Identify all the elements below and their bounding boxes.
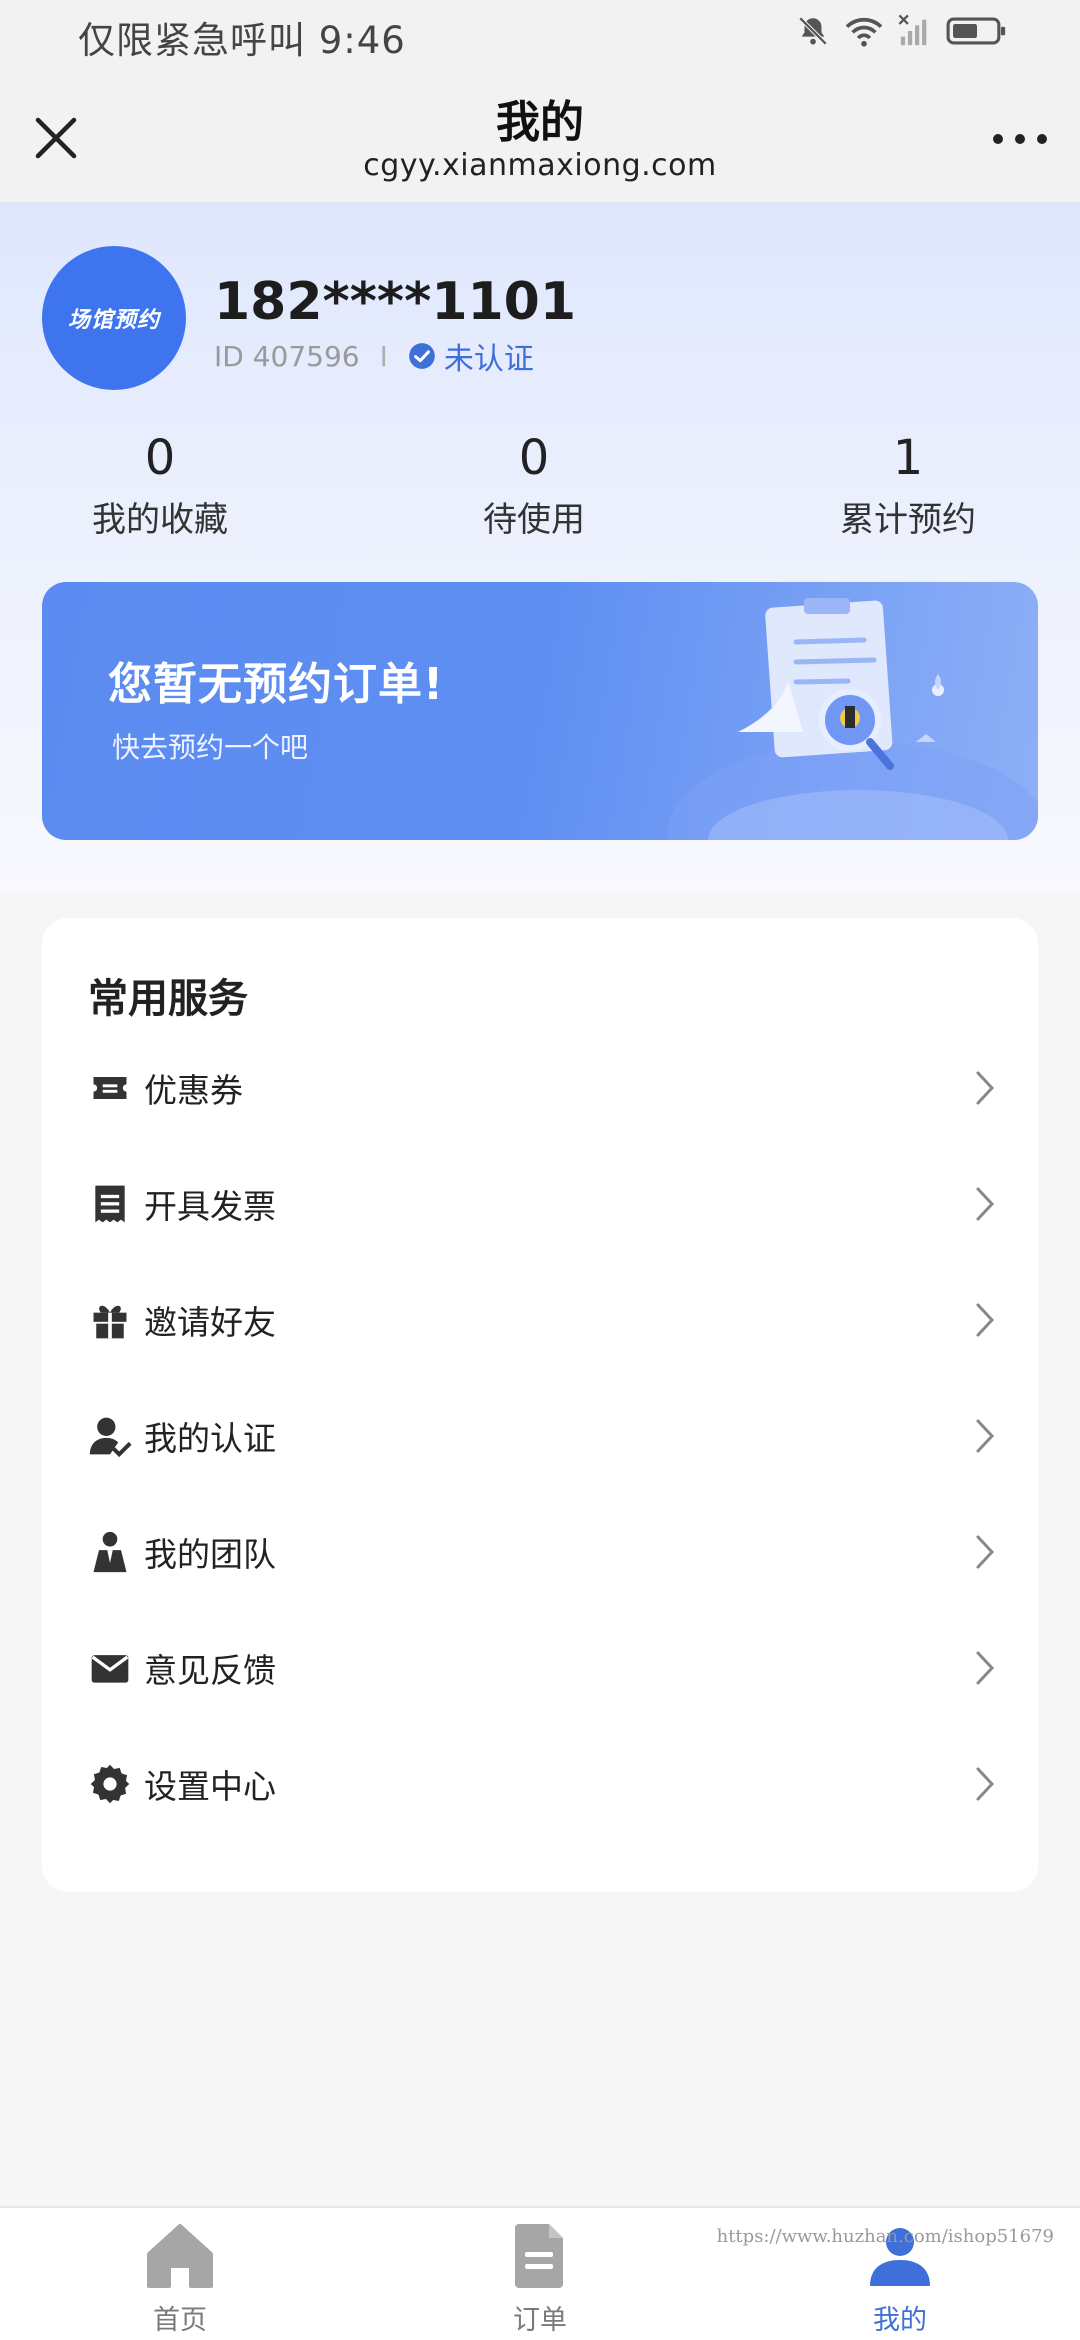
bell-off-icon [798, 16, 828, 46]
team-icon [93, 1531, 127, 1573]
status-text: 仅限紧急呼叫 9:46 [78, 19, 406, 62]
mail-icon [91, 1655, 129, 1683]
chevron-right-icon [976, 1535, 995, 1569]
profile-area: 场馆预约 182****1101 ID 407596 I 未认证 0 我的收藏 … [0, 202, 1080, 892]
service-item-coupon[interactable]: 优惠券 [42, 1030, 1038, 1146]
status-icons [796, 14, 1008, 48]
ticket-icon [93, 1077, 127, 1099]
stat-pending[interactable]: 0 待使用 [404, 428, 664, 541]
wifi-icon [845, 17, 883, 47]
user-check-icon [89, 1417, 132, 1458]
nav-item-home[interactable]: 首页 [80, 2222, 280, 2337]
signal-icon [898, 14, 927, 46]
service-label: 开具发票 [144, 1187, 276, 1226]
stat-total-bookings[interactable]: 1 累计预约 [778, 428, 1038, 541]
nav-label: 订单 [513, 2305, 567, 2336]
banner-title: 您暂无预约订单! [108, 659, 445, 710]
page-title: 我的 [496, 97, 584, 148]
bottom-nav: 首页 订单 我的 https://www.huzhan.com/ishop516… [0, 2206, 1080, 2340]
stat-value: 0 [144, 430, 176, 486]
banner-subtitle: 快去预约一个吧 [112, 731, 309, 764]
chevron-right-icon [976, 1767, 995, 1801]
service-item-invite[interactable]: 邀请好友 [42, 1262, 1038, 1378]
more-icon[interactable] [990, 124, 1050, 154]
service-label: 意见反馈 [144, 1651, 276, 1690]
id-separator: I [379, 339, 388, 373]
stats-row: 0 我的收藏 0 待使用 1 累计预约 [0, 428, 1080, 548]
avatar[interactable]: 场馆预约 [42, 246, 186, 390]
stat-value: 1 [892, 430, 924, 486]
status-bar: 仅限紧急呼叫 9:46 [0, 0, 1080, 72]
service-item-feedback[interactable]: 意见反馈 [42, 1610, 1038, 1726]
home-icon [147, 2224, 213, 2288]
gift-icon [93, 1305, 127, 1339]
service-label: 优惠券 [144, 1071, 243, 1110]
gear-icon [90, 1764, 130, 1804]
invoice-icon [95, 1185, 125, 1223]
stat-label: 累计预约 [840, 500, 976, 540]
nav-label: 我的 [873, 2305, 927, 2336]
service-label: 设置中心 [144, 1767, 276, 1806]
service-item-invoice[interactable]: 开具发票 [42, 1146, 1038, 1262]
stat-label: 待使用 [483, 500, 585, 540]
battery-icon [946, 17, 1006, 45]
nav-label: 首页 [153, 2305, 207, 2336]
service-item-verification[interactable]: 我的认证 [42, 1378, 1038, 1494]
check-circle-icon [409, 343, 435, 369]
user-id-row: ID 407596 I 未认证 [214, 334, 534, 378]
header: 我的 cgyy.xianmaxiong.com [0, 72, 1080, 202]
service-label: 邀请好友 [144, 1303, 276, 1342]
stat-favorites[interactable]: 0 我的收藏 [30, 428, 290, 541]
service-label: 我的认证 [144, 1419, 276, 1458]
chevron-right-icon [976, 1071, 995, 1105]
service-label: 我的团队 [144, 1535, 276, 1574]
clipboard-illustration [668, 598, 1038, 840]
services-title: 常用服务 [88, 976, 248, 1022]
user-phone: 182****1101 [214, 272, 577, 332]
chevron-right-icon [976, 1187, 995, 1221]
document-icon [515, 2224, 563, 2288]
services-card: 常用服务 优惠券 开具发票 邀请好友 我的认证 我的团队 意见反馈 设置中心 [42, 918, 1038, 1892]
watermark: https://www.huzhan.com/ishop51679 [716, 2226, 1054, 2247]
avatar-logo-text: 场馆预约 [67, 308, 160, 333]
empty-orders-banner[interactable]: 您暂无预约订单! 快去预约一个吧 [42, 582, 1038, 840]
user-id: ID 407596 [214, 339, 360, 373]
page-url: cgyy.xianmaxiong.com [363, 148, 717, 183]
stat-label: 我的收藏 [92, 500, 228, 540]
chevron-right-icon [976, 1303, 995, 1337]
chevron-right-icon [976, 1419, 995, 1453]
chevron-right-icon [976, 1651, 995, 1685]
verify-status[interactable]: 未认证 [408, 334, 534, 378]
stat-value: 0 [518, 430, 550, 486]
nav-item-orders[interactable]: 订单 [440, 2222, 640, 2337]
service-item-team[interactable]: 我的团队 [42, 1494, 1038, 1610]
verify-status-label: 未认证 [443, 342, 534, 377]
service-item-settings[interactable]: 设置中心 [42, 1726, 1038, 1842]
